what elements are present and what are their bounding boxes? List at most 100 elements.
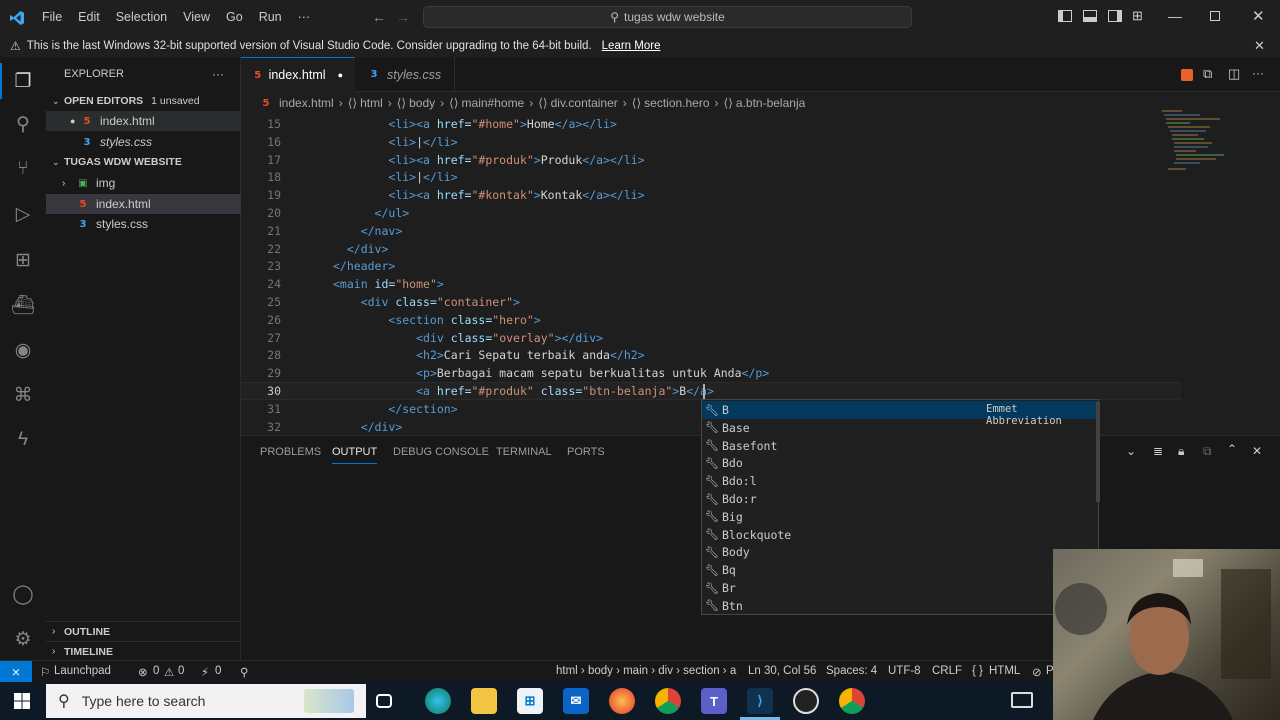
suggestion-item[interactable]: 🔧︎ Body bbox=[702, 543, 1098, 561]
menu-item[interactable]: File bbox=[34, 0, 70, 35]
remote-indicator[interactable]: ⨯ bbox=[0, 661, 32, 683]
breadcrumb-item[interactable]: body bbox=[409, 96, 435, 110]
python-icon[interactable]: ⌘ bbox=[9, 381, 37, 409]
menu-item[interactable]: ··· bbox=[290, 0, 319, 35]
tree-item-file[interactable]: 5 index.html bbox=[46, 194, 241, 214]
teams-icon[interactable]: T bbox=[701, 688, 727, 714]
menu-item[interactable]: Selection bbox=[108, 0, 175, 35]
preview-icon[interactable] bbox=[1181, 69, 1193, 81]
suggestion-item[interactable]: 🔧︎ Bq bbox=[702, 561, 1098, 579]
panel-tab-debug-console[interactable]: DEBUG CONSOLE bbox=[393, 446, 489, 458]
docker-icon[interactable]: ⛴ bbox=[9, 291, 37, 319]
command-center-search[interactable]: ⚲ tugas wdw website bbox=[423, 6, 912, 28]
close-panel-icon[interactable]: ✕ bbox=[1252, 444, 1262, 458]
toggle-panel-icon[interactable] bbox=[1083, 10, 1097, 22]
launchpad-label[interactable]: Launchpad bbox=[54, 665, 111, 677]
breadcrumb-item[interactable]: main#home bbox=[462, 96, 525, 110]
chrome-icon[interactable] bbox=[655, 688, 681, 714]
suggestion-item[interactable]: 🔧︎ Bdo bbox=[702, 454, 1098, 472]
tree-item-file[interactable]: 3 styles.css bbox=[46, 214, 241, 234]
search-icon[interactable]: ⚲ bbox=[9, 110, 37, 138]
breadcrumb-item[interactable]: a.btn-belanja bbox=[736, 96, 805, 110]
error-count[interactable]: 0 bbox=[153, 665, 159, 677]
minimap[interactable] bbox=[1160, 108, 1240, 178]
output-channel-dropdown-icon[interactable]: ⌄ bbox=[1126, 444, 1136, 458]
mail-icon[interactable]: ✉ bbox=[563, 688, 589, 714]
source-control-icon[interactable]: ⑂ bbox=[9, 155, 37, 183]
clear-output-icon[interactable]: ≣ bbox=[1153, 444, 1163, 458]
minimize-icon[interactable]: — bbox=[1168, 8, 1182, 24]
menu-item[interactable]: View bbox=[175, 0, 218, 35]
restore-icon[interactable] bbox=[1210, 11, 1220, 21]
sync-icon[interactable]: ⚲ bbox=[240, 665, 248, 679]
run-debug-icon[interactable]: ▷ bbox=[9, 200, 37, 228]
lock-scroll-icon[interactable]: 🔒︎ bbox=[1178, 444, 1184, 459]
remote-explorer-icon[interactable]: ◉ bbox=[9, 336, 37, 364]
suggestion-item[interactable]: 🔧︎ Btn bbox=[702, 597, 1098, 615]
explorer-icon[interactable]: ❐ bbox=[9, 67, 37, 95]
customize-layout-icon[interactable]: ⊞ bbox=[1132, 8, 1143, 24]
suggestion-item[interactable]: 🔧︎ Br bbox=[702, 579, 1098, 597]
windows-start-icon[interactable] bbox=[14, 693, 30, 709]
panel-tab-problems[interactable]: PROBLEMS bbox=[260, 446, 321, 458]
indentation[interactable]: Spaces: 4 bbox=[826, 665, 877, 677]
panel-tab-terminal[interactable]: TERMINAL bbox=[496, 446, 552, 458]
store-icon[interactable]: ⊞ bbox=[517, 688, 543, 714]
tree-item-folder[interactable]: › ▣ img bbox=[46, 173, 241, 193]
suggestion-item[interactable]: 🔧︎ Blockquote bbox=[702, 526, 1098, 544]
suggestion-item[interactable]: 🔧︎ Bdo:r bbox=[702, 490, 1098, 508]
file-explorer-icon[interactable] bbox=[471, 688, 497, 714]
outline-section[interactable]: › OUTLINE bbox=[46, 621, 241, 641]
firefox-icon[interactable] bbox=[609, 688, 635, 714]
chrome-profile-icon[interactable] bbox=[839, 688, 865, 714]
toggle-sidebar-icon[interactable] bbox=[1058, 10, 1072, 22]
more-actions-icon[interactable]: ··· bbox=[212, 67, 224, 81]
taskbar-search[interactable]: ⚲ Type here to search bbox=[46, 684, 366, 718]
menu-item[interactable]: Edit bbox=[70, 0, 108, 35]
learn-more-link[interactable]: Learn More bbox=[602, 40, 661, 52]
open-log-icon[interactable]: ⧉ bbox=[1203, 444, 1212, 459]
settings-gear-icon[interactable]: ⚙ bbox=[9, 625, 37, 653]
obs-icon[interactable] bbox=[793, 688, 819, 714]
account-icon[interactable]: ◯ bbox=[9, 580, 37, 608]
ports-count[interactable]: 0 bbox=[215, 665, 221, 677]
cursor-position[interactable]: Ln 30, Col 56 bbox=[748, 665, 816, 677]
encoding[interactable]: UTF-8 bbox=[888, 665, 921, 677]
maximize-panel-icon[interactable]: ⌃ bbox=[1227, 442, 1237, 456]
vscode-taskbar-icon[interactable]: ⟩ bbox=[747, 688, 773, 714]
timeline-section[interactable]: › TIMELINE bbox=[46, 641, 241, 661]
close-banner-icon[interactable]: ✕ bbox=[1254, 38, 1265, 54]
toggle-secondary-sidebar-icon[interactable] bbox=[1108, 10, 1122, 22]
tab-styles-css[interactable]: 3 styles.css bbox=[355, 57, 455, 92]
more-actions-icon[interactable]: ··· bbox=[1252, 66, 1264, 80]
suggestion-item[interactable]: 🔧︎ Bdo:l bbox=[702, 472, 1098, 490]
menu-item[interactable]: Run bbox=[251, 0, 290, 35]
open-editor-item[interactable]: 3 styles.css bbox=[46, 132, 241, 152]
language-mode[interactable]: HTML bbox=[989, 665, 1020, 677]
nav-back-icon[interactable]: ← bbox=[372, 9, 386, 25]
menu-item[interactable]: Go bbox=[218, 0, 251, 35]
suggestion-item[interactable]: 🔧︎ Big bbox=[702, 508, 1098, 526]
breadcrumb-item[interactable]: index.html bbox=[279, 96, 334, 110]
suggestion-scrollbar[interactable] bbox=[1096, 402, 1100, 502]
live-server-icon[interactable]: ϟ bbox=[9, 426, 37, 454]
edge-icon[interactable] bbox=[425, 688, 451, 714]
notification-center-icon[interactable] bbox=[1011, 692, 1033, 708]
open-changes-icon[interactable]: ⧉ bbox=[1203, 66, 1212, 82]
panel-tab-ports[interactable]: PORTS bbox=[567, 446, 605, 458]
open-editors-section[interactable]: ⌄ OPEN EDITORS 1 unsaved bbox=[46, 91, 241, 111]
open-editor-item[interactable]: ● 5 index.html bbox=[46, 111, 241, 131]
line-ending[interactable]: CRLF bbox=[932, 665, 962, 677]
panel-tab-output[interactable]: OUTPUT bbox=[332, 446, 378, 464]
task-view-icon[interactable] bbox=[376, 694, 392, 708]
unsaved-dot-icon[interactable]: ● bbox=[338, 70, 343, 80]
suggestion-item[interactable]: 🔧︎ Basefont bbox=[702, 437, 1098, 455]
tab-index-html[interactable]: 5 index.html ● bbox=[241, 57, 355, 92]
close-window-icon[interactable]: ✕ bbox=[1252, 7, 1265, 25]
breadcrumb-item[interactable]: html bbox=[360, 96, 383, 110]
breadcrumb-item[interactable]: div.container bbox=[551, 96, 618, 110]
split-editor-icon[interactable]: ◫ bbox=[1228, 66, 1240, 82]
nav-forward-icon[interactable]: → bbox=[396, 9, 410, 25]
extensions-icon[interactable]: ⊞ bbox=[9, 246, 37, 274]
project-section[interactable]: ⌄ TUGAS WDW WEBSITE bbox=[46, 152, 241, 172]
